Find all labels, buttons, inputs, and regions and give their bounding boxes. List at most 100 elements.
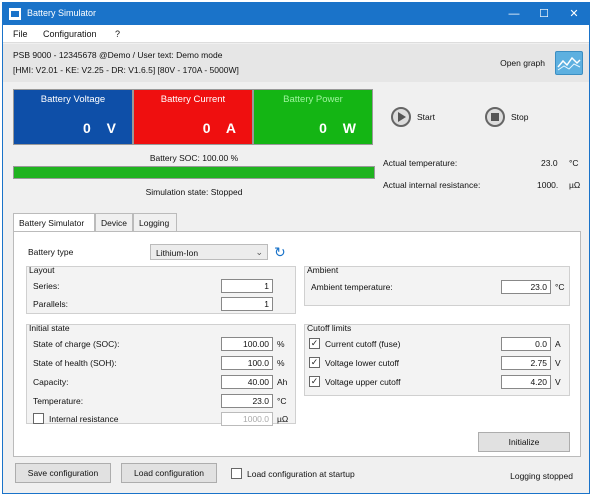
battery-current-unit: A: [225, 120, 242, 136]
save-configuration-button[interactable]: Save configuration: [15, 463, 111, 483]
refresh-icon[interactable]: ↻: [274, 244, 290, 260]
actual-resistance-value: 1000.: [537, 180, 559, 190]
ambient-group: Ambient Ambient temperature: 23.0 °C: [304, 265, 570, 306]
actual-temperature-value: 23.0: [541, 158, 558, 168]
soh-unit: %: [277, 358, 285, 368]
start-button[interactable]: Start: [391, 107, 451, 127]
series-label: Series:: [33, 281, 60, 291]
load-configuration-button[interactable]: Load configuration: [121, 463, 217, 483]
battery-type-value: Lithium-Ion: [156, 248, 199, 258]
layout-title: Layout: [29, 265, 55, 275]
battery-power-display: Battery Power 0 W: [253, 89, 373, 145]
actual-temperature-label: Actual temperature:: [383, 158, 458, 168]
actual-temperature-unit: °C: [569, 158, 579, 168]
current-cutoff-unit: A: [555, 339, 561, 349]
menu-bar: File Configuration ?: [3, 25, 589, 43]
ambient-temperature-input[interactable]: 23.0: [501, 280, 551, 294]
menu-file[interactable]: File: [13, 29, 28, 39]
minimize-icon[interactable]: —: [499, 3, 529, 25]
battery-current-label: Battery Current: [160, 94, 226, 105]
current-cutoff-input[interactable]: 0.0: [501, 337, 551, 351]
series-input[interactable]: 1: [221, 279, 273, 293]
battery-type-select[interactable]: Lithium-Ion ⌄: [150, 244, 268, 260]
voltage-lower-cutoff-label: Voltage lower cutoff: [325, 358, 400, 368]
battery-current-value-row: 0 A: [203, 120, 242, 136]
battery-power-value-row: 0 W: [319, 120, 362, 136]
soc-label: State of charge (SOC):: [33, 339, 120, 349]
battery-soc-fill: [14, 167, 374, 178]
capacity-input[interactable]: 40.00: [221, 375, 273, 389]
maximize-icon[interactable]: ☐: [529, 3, 559, 25]
tab-device[interactable]: Device: [95, 213, 133, 231]
app-window: Battery Simulator — ☐ ✕ File Configurati…: [2, 2, 590, 494]
voltage-upper-cutoff-input[interactable]: 4.20: [501, 375, 551, 389]
actual-resistance-unit: µΩ: [569, 180, 581, 190]
graph-icon[interactable]: [555, 51, 583, 75]
internal-resistance-label: Internal resistance: [49, 414, 119, 424]
load-at-startup-checkbox[interactable]: [231, 468, 242, 479]
voltage-upper-cutoff-checkbox[interactable]: ✓: [309, 376, 320, 387]
app-icon: [9, 8, 21, 20]
ambient-temperature-unit: °C: [555, 282, 565, 292]
battery-voltage-unit: V: [106, 120, 122, 136]
initial-state-title: Initial state: [29, 323, 70, 333]
battery-voltage-display: Battery Voltage 0 V: [13, 89, 133, 145]
internal-resistance-unit: µΩ: [277, 414, 289, 424]
start-label: Start: [417, 112, 435, 122]
cutoff-limits-title: Cutoff limits: [307, 323, 352, 333]
open-graph-label[interactable]: Open graph: [500, 58, 545, 68]
logging-status: Logging stopped: [510, 471, 573, 481]
chevron-down-icon: ⌄: [255, 247, 263, 257]
voltage-upper-cutoff-unit: V: [555, 377, 561, 387]
soh-label: State of health (SOH):: [33, 358, 117, 368]
soh-input[interactable]: 100.0: [221, 356, 273, 370]
battery-current-value: 0: [202, 120, 217, 136]
battery-current-display: Battery Current 0 A: [133, 89, 253, 145]
layout-group: Layout Series: 1 Parallels: 1: [26, 265, 296, 314]
voltage-lower-cutoff-input[interactable]: 2.75: [501, 356, 551, 370]
battery-type-label: Battery type: [28, 247, 74, 257]
voltage-lower-cutoff-checkbox[interactable]: ✓: [309, 357, 320, 368]
actual-resistance-label: Actual internal resistance:: [383, 180, 481, 190]
simulation-state: Simulation state: Stopped: [145, 187, 243, 197]
current-cutoff-checkbox[interactable]: ✓: [309, 338, 320, 349]
menu-help[interactable]: ?: [115, 29, 120, 39]
parallels-input[interactable]: 1: [221, 297, 273, 311]
internal-resistance-input[interactable]: 1000.0: [221, 412, 273, 426]
battery-voltage-label: Battery Voltage: [40, 94, 106, 105]
voltage-upper-cutoff-label: Voltage upper cutoff: [325, 377, 401, 387]
temperature-input[interactable]: 23.0: [221, 394, 273, 408]
stop-icon: [485, 107, 505, 127]
parallels-label: Parallels:: [33, 299, 68, 309]
device-info-bar: PSB 9000 - 12345678 @Demo / User text: D…: [3, 44, 589, 82]
tab-battery-simulator[interactable]: Battery Simulator: [13, 213, 95, 232]
temperature-label: Temperature:: [33, 396, 84, 406]
current-cutoff-label: Current cutoff (fuse): [325, 339, 401, 349]
play-icon: [391, 107, 411, 127]
capacity-unit: Ah: [277, 377, 288, 387]
ambient-temperature-label: Ambient temperature:: [311, 282, 393, 292]
battery-power-value: 0: [319, 120, 333, 136]
window-title: Battery Simulator: [27, 8, 97, 18]
battery-power-unit: W: [342, 120, 362, 136]
capacity-label: Capacity:: [33, 377, 69, 387]
soc-input[interactable]: 100.00: [221, 337, 273, 351]
initial-state-group: Initial state State of charge (SOC): 100…: [26, 323, 296, 426]
firmware-info-line: [HMI: V2.01 - KE: V2.25 - DR: V1.6.5] [8…: [13, 65, 239, 75]
battery-soc-label: Battery SOC: 100.00 %: [149, 153, 239, 163]
soc-unit: %: [277, 339, 285, 349]
battery-soc-bar: [13, 166, 375, 179]
battery-simulator-panel: Battery type Lithium-Ion ⌄ ↻ Layout Seri…: [13, 231, 581, 457]
load-at-startup-label: Load configuration at startup: [247, 469, 355, 479]
close-icon[interactable]: ✕: [559, 3, 589, 25]
device-info-line: PSB 9000 - 12345678 @Demo / User text: D…: [13, 50, 223, 60]
temperature-unit: °C: [277, 396, 287, 406]
tab-logging[interactable]: Logging: [133, 213, 177, 231]
internal-resistance-checkbox[interactable]: [33, 413, 44, 424]
initialize-button[interactable]: Initialize: [478, 432, 570, 452]
stop-button[interactable]: Stop: [485, 107, 545, 127]
cutoff-limits-group: Cutoff limits ✓ Current cutoff (fuse) 0.…: [304, 323, 570, 396]
stop-label: Stop: [511, 112, 529, 122]
ambient-title: Ambient: [307, 265, 339, 275]
menu-configuration[interactable]: Configuration: [43, 29, 97, 39]
